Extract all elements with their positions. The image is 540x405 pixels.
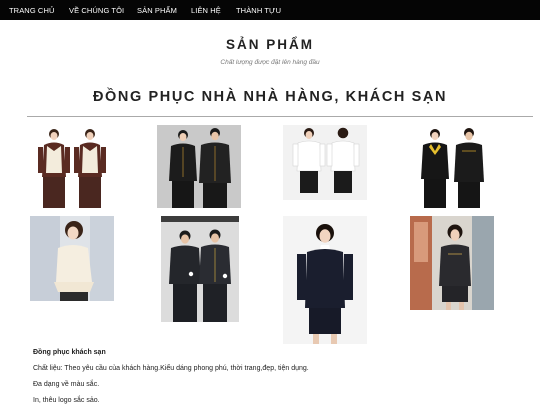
woman-cream-peplum-top-photo (30, 216, 114, 301)
section-title: SẢN PHẨM (225, 37, 314, 52)
nav-link-about[interactable]: VỀ CHÚNG TÔI (69, 6, 124, 15)
description-heading: Đồng phục khách sạn (33, 349, 106, 356)
nav-link-achievements[interactable]: THÀNH TỰU (236, 6, 281, 15)
top-navigation: TRANG CHỦ VỀ CHÚNG TÔI SẢN PHẨM LIÊN HỆ … (0, 0, 540, 20)
woman-white-shirt-two-views-photo (283, 125, 367, 200)
product-image-1[interactable] (30, 125, 114, 208)
woman-navy-suit-photo (283, 216, 367, 344)
product-image-4[interactable] (410, 125, 494, 208)
description-line: In, thêu logo sắc sảo. (33, 397, 100, 404)
section-subtitle: Chất lượng được đặt lên hàng đầu (220, 59, 320, 66)
product-image-6[interactable] (161, 216, 239, 322)
product-image-7[interactable] (283, 216, 367, 344)
woman-dark-suit-office-photo (410, 216, 494, 310)
product-image-3[interactable] (283, 125, 367, 200)
product-image-8[interactable] (410, 216, 494, 310)
description-line: Đa dạng về màu sắc. (33, 381, 100, 388)
description-line: Chất liệu: Theo yêu cầu của khách hàng.K… (33, 365, 309, 372)
man-woman-black-uniforms-photo (157, 125, 241, 208)
couple-black-suits-yellow-scarf-photo (410, 125, 494, 208)
nav-link-home[interactable]: TRANG CHỦ (9, 6, 54, 15)
nav-link-contact[interactable]: LIÊN HỆ (191, 6, 221, 15)
product-image-5[interactable] (30, 216, 114, 301)
nav-link-products[interactable]: SẢN PHẨM (137, 6, 177, 15)
product-image-2[interactable] (157, 125, 241, 208)
two-women-cream-vests-photo (30, 125, 114, 208)
divider (27, 116, 533, 117)
category-title: ĐỒNG PHỤC NHÀ NHÀ HÀNG, KHÁCH SẠN (92, 89, 448, 105)
two-men-doorman-uniforms-photo (161, 216, 239, 322)
